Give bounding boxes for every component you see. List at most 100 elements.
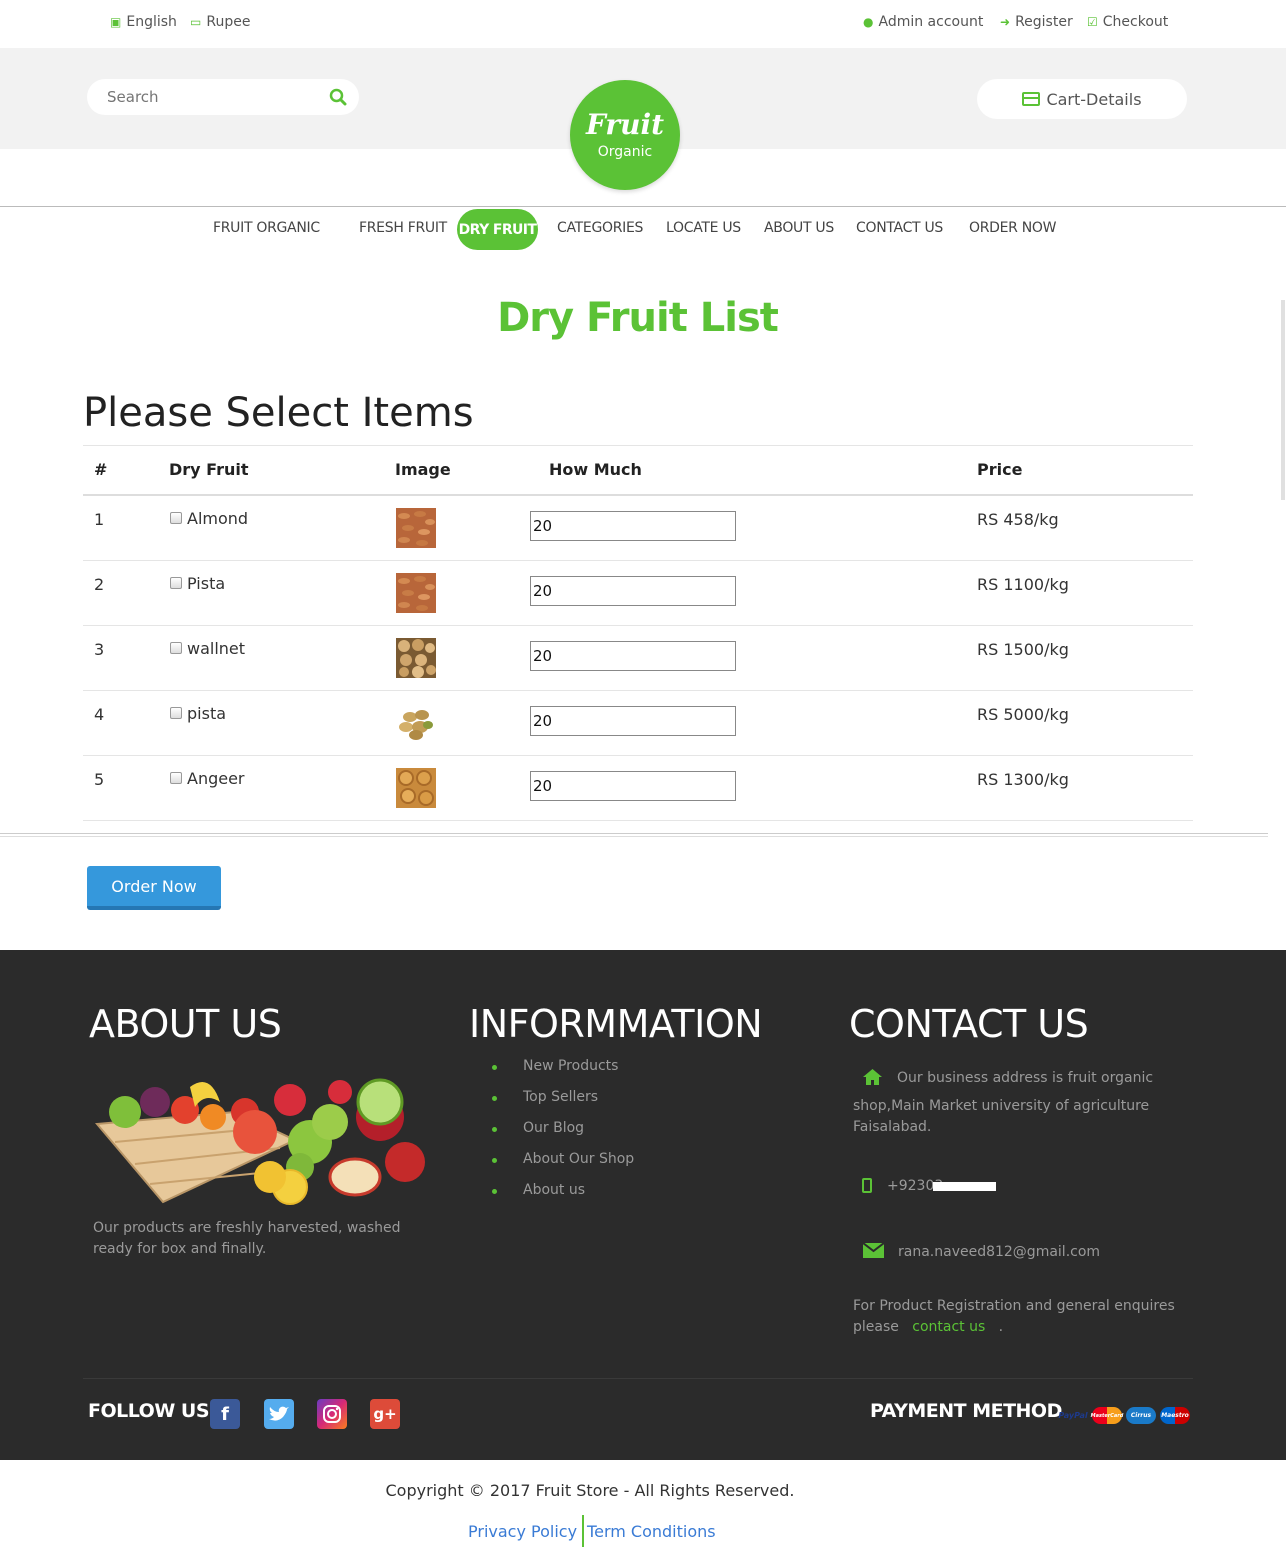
language-selector[interactable]: ▣ English xyxy=(110,14,177,30)
footer-link-about-us[interactable]: About us xyxy=(523,1182,585,1198)
item-checkbox[interactable] xyxy=(170,642,182,654)
logo-subtitle: Organic xyxy=(597,144,653,160)
nav-dry-fruit[interactable]: DRY FRUIT xyxy=(457,209,538,250)
term-conditions-link[interactable]: Term Conditions xyxy=(587,1522,716,1541)
home-icon xyxy=(863,1069,882,1085)
item-price: RS 1300/kg xyxy=(977,770,1069,789)
quantity-input[interactable] xyxy=(530,511,736,541)
checkout-link[interactable]: ☑ Checkout xyxy=(1087,14,1168,30)
contact-email[interactable]: rana.naveed812@gmail.com xyxy=(898,1242,1100,1263)
sign-in-icon: ➜ xyxy=(1000,15,1011,29)
table-header-divider xyxy=(83,494,1193,496)
footer-link-about-shop[interactable]: About Our Shop xyxy=(523,1151,634,1167)
footer-link-our-blog[interactable]: Our Blog xyxy=(523,1120,584,1136)
section-title: Please Select Items xyxy=(83,390,474,436)
privacy-policy-link[interactable]: Privacy Policy xyxy=(468,1522,577,1541)
footer: ABOUT US Our products are freshly harves… xyxy=(0,950,1286,1460)
language-icon: ▣ xyxy=(110,15,122,29)
logo-title: Fruit xyxy=(585,108,665,141)
user-icon: ● xyxy=(863,15,874,29)
item-price: RS 458/kg xyxy=(977,510,1059,529)
fig-image xyxy=(396,768,436,808)
contact-note-end: . xyxy=(998,1319,1004,1335)
contact-address-line1: Our business address is fruit organic xyxy=(897,1070,1154,1086)
checkbox-icon: ☑ xyxy=(1087,15,1098,29)
search-input[interactable] xyxy=(107,87,327,107)
search-icon[interactable] xyxy=(329,88,347,106)
bullet xyxy=(492,1065,497,1070)
twitter-icon[interactable] xyxy=(264,1399,294,1429)
item-checkbox[interactable] xyxy=(170,512,182,524)
footer-info-title: INFORMMATION xyxy=(469,1002,763,1046)
footer-divider xyxy=(83,1378,1193,1379)
google-plus-icon[interactable]: g+ xyxy=(370,1399,400,1429)
row-divider xyxy=(83,690,1193,691)
pista-image xyxy=(396,573,436,613)
row-number: 4 xyxy=(94,705,105,724)
content-divider xyxy=(0,833,1268,837)
footer-link-top-sellers[interactable]: Top Sellers xyxy=(523,1089,598,1105)
item-name: Pista xyxy=(187,574,226,593)
facebook-icon[interactable]: f xyxy=(210,1399,240,1429)
order-now-button[interactable]: Order Now xyxy=(87,866,221,910)
cart-details-button[interactable]: Cart-Details xyxy=(977,79,1187,119)
contact-us-link[interactable]: contact us xyxy=(912,1319,985,1335)
mastercard-icon: MasterCard xyxy=(1091,1407,1123,1424)
footer-about-text: Our products are freshly harvested, wash… xyxy=(93,1220,401,1257)
bullet xyxy=(492,1127,497,1132)
money-icon: ▭ xyxy=(190,15,202,29)
instagram-icon[interactable] xyxy=(317,1399,347,1429)
nav-contact-us[interactable]: CONTACT US xyxy=(856,220,943,236)
item-checkbox[interactable] xyxy=(170,577,182,589)
footer-about-title: ABOUT US xyxy=(89,1002,282,1046)
contact-note: For Product Registration and general enq… xyxy=(853,1296,1193,1338)
site-logo[interactable]: Fruit Organic xyxy=(570,80,680,190)
bullet xyxy=(492,1158,497,1163)
item-checkbox[interactable] xyxy=(170,772,182,784)
fruit-basket-image xyxy=(95,1078,425,1205)
paypal-icon: PayPal xyxy=(1058,1411,1088,1420)
column-header-how-much: How Much xyxy=(549,460,642,479)
pistachio-image xyxy=(396,703,436,743)
item-checkbox[interactable] xyxy=(170,707,182,719)
nav-fruit-organic[interactable]: FRUIT ORGANIC xyxy=(213,220,320,236)
cirrus-icon: Cirrus xyxy=(1126,1407,1156,1424)
walnut-image xyxy=(396,638,436,678)
row-number: 5 xyxy=(94,770,105,789)
item-price: RS 1100/kg xyxy=(977,575,1069,594)
nav-about-us[interactable]: ABOUT US xyxy=(764,220,834,236)
quantity-input[interactable] xyxy=(530,576,736,606)
currency-selector[interactable]: ▭ Rupee xyxy=(190,14,250,30)
scrollbar[interactable] xyxy=(1281,300,1285,500)
quantity-input[interactable] xyxy=(530,706,736,736)
row-divider xyxy=(83,560,1193,561)
payment-method-label: PAYMENT METHOD xyxy=(870,1400,1062,1422)
admin-account-link[interactable]: ● Admin account xyxy=(863,14,983,30)
almond-image xyxy=(396,508,436,548)
item-name: Almond xyxy=(187,509,249,528)
item-name: Angeer xyxy=(187,769,245,788)
quantity-input[interactable] xyxy=(530,771,736,801)
top-bar: ▣ English ▭ Rupee ● Admin account ➜ Regi… xyxy=(0,0,1286,48)
row-number: 2 xyxy=(94,575,105,594)
footer-link-new-products[interactable]: New Products xyxy=(523,1058,618,1074)
item-name: wallnet xyxy=(187,639,246,658)
contact-address-line2: shop,Main Market university of agricultu… xyxy=(853,1098,1150,1135)
nav-order-now[interactable]: ORDER NOW xyxy=(969,220,1056,236)
register-link[interactable]: ➜ Register xyxy=(1000,14,1073,30)
search-box xyxy=(87,79,359,115)
nav-categories[interactable]: CATEGORIES xyxy=(557,220,643,236)
language-label: English xyxy=(126,14,177,30)
phone-redaction xyxy=(933,1182,996,1191)
link-divider xyxy=(582,1515,585,1547)
row-number: 3 xyxy=(94,640,105,659)
envelope-icon xyxy=(863,1243,884,1258)
column-header-price: Price xyxy=(977,460,1023,479)
quantity-input[interactable] xyxy=(530,641,736,671)
nav-fresh-fruit[interactable]: FRESH FRUIT xyxy=(359,220,447,236)
page-title: Dry Fruit List xyxy=(497,295,779,341)
footer-contact-title: CONTACT US xyxy=(849,1002,1089,1046)
mobile-icon xyxy=(862,1178,872,1193)
table-top-border xyxy=(83,445,1193,446)
nav-locate-us[interactable]: LOCATE US xyxy=(666,220,741,236)
